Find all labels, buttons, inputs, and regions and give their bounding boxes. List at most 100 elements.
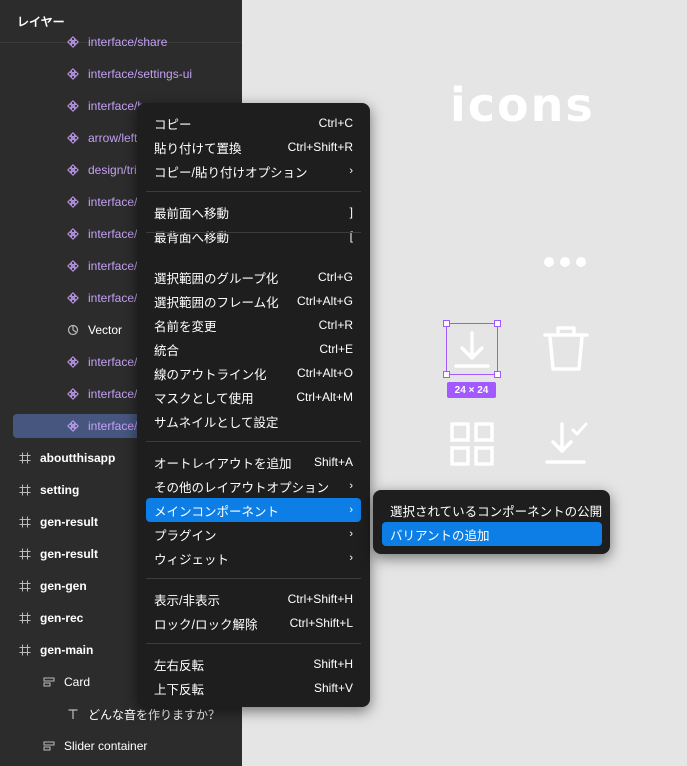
component-instance-icon <box>66 419 80 433</box>
context-menu-item[interactable]: 名前を変更 Ctrl+R <box>146 313 361 337</box>
menu-separator <box>146 578 361 579</box>
text-layer-icon <box>66 707 80 721</box>
context-menu-item[interactable]: サムネイルとして設定 <box>146 409 361 433</box>
menu-item-shortcut: Shift+H <box>313 657 353 671</box>
menu-item-shortcut: Shift+A <box>313 455 353 469</box>
menu-separator <box>146 643 361 644</box>
menu-item-label: 選択範囲のグループ化 <box>154 271 279 286</box>
layer-label: gen-main <box>40 643 94 657</box>
trash-icon[interactable] <box>541 323 591 375</box>
menu-item-shortcut: Ctrl+Shift+L <box>289 616 353 630</box>
size-badge: 24 × 24 <box>447 382 496 398</box>
menu-item-label: プラグイン <box>154 528 217 543</box>
layer-label: interface/share <box>88 35 168 49</box>
context-menu-item[interactable]: 最背面へ移動[ <box>146 224 361 248</box>
component-instance-icon <box>66 67 80 81</box>
context-menu-item[interactable]: 左右反転 Shift+H <box>146 652 361 676</box>
autolayout-icon <box>42 675 56 689</box>
canvas-title: icons <box>450 78 595 132</box>
component-instance-icon <box>66 195 80 209</box>
menu-item-shortcut: Ctrl+G <box>317 270 353 284</box>
menu-item-label: オートレイアウトを追加 <box>154 456 292 471</box>
context-menu-item[interactable]: 上下反転 Shift+V <box>146 676 361 700</box>
context-menu-item[interactable]: マスクとして使用 Ctrl+Alt+M <box>146 385 361 409</box>
layer-row[interactable]: Slider container <box>0 730 242 762</box>
component-instance-icon <box>66 227 80 241</box>
submenu-item-label: バリアントの追加 <box>390 528 490 543</box>
menu-item-label: マスクとして使用 <box>154 391 254 406</box>
layer-label: gen-result <box>40 547 99 561</box>
context-menu-item[interactable]: ウィジェット › <box>146 546 361 570</box>
menu-item-label: コピー <box>154 117 192 132</box>
context-menu-item[interactable]: プラグイン › <box>146 522 361 546</box>
context-menu-item[interactable]: メインコンポーネント › <box>146 498 361 522</box>
menu-item-label: 上下反転 <box>154 682 205 697</box>
vector-icon <box>66 323 80 337</box>
context-menu-item[interactable]: 選択範囲のフレーム化 Ctrl+Alt+G <box>146 289 361 313</box>
more-dots-icon[interactable] <box>542 256 588 268</box>
menu-item-shortcut: ] <box>349 205 353 219</box>
chevron-right-icon: › <box>349 480 353 492</box>
layer-row[interactable]: interface/settings-ui <box>0 58 242 90</box>
frame-icon <box>18 547 32 561</box>
layer-label: setting <box>40 483 80 497</box>
context-menu-item[interactable]: 表示/非表示 Ctrl+Shift+H <box>146 587 361 611</box>
download-icon <box>453 330 490 368</box>
layer-label: Card <box>64 675 91 689</box>
component-instance-icon <box>66 99 80 113</box>
context-menu-item[interactable]: その他のレイアウトオプション › <box>146 474 361 498</box>
main-component-submenu: 選択されているコンポーネントの公開バリアントの追加 <box>373 490 610 554</box>
menu-item-shortcut: Ctrl+Shift+H <box>287 592 353 606</box>
menu-item-shortcut: Ctrl+Alt+G <box>296 294 353 308</box>
frame-icon <box>18 515 32 529</box>
layer-label: どんな音を作りますか？ <box>88 707 221 722</box>
menu-item-label: 線のアウトライン化 <box>154 367 267 382</box>
layer-label: Vector <box>88 323 123 337</box>
layer-label: interface/ <box>88 355 138 369</box>
layer-label: gen-gen <box>40 579 87 593</box>
layer-row[interactable]: interface/share <box>0 26 242 58</box>
menu-separator <box>146 232 361 233</box>
context-menu-item[interactable]: コピー/貼り付けオプション › <box>146 159 361 183</box>
menu-item-shortcut: Ctrl+C <box>318 116 353 130</box>
menu-item-label: コピー/貼り付けオプション <box>154 165 308 180</box>
chevron-right-icon: › <box>349 165 353 177</box>
layer-label: gen-rec <box>40 611 84 625</box>
context-menu-item[interactable]: オートレイアウトを追加 Shift+A <box>146 450 361 474</box>
download-icon-selected[interactable] <box>443 320 501 378</box>
context-menu-item[interactable]: 選択範囲のグループ化 Ctrl+G <box>146 265 361 289</box>
context-menu-item[interactable]: 貼り付けて置換 Ctrl+Shift+R <box>146 135 361 159</box>
menu-item-shortcut: Ctrl+R <box>318 318 353 332</box>
frame-icon <box>18 483 32 497</box>
layer-label: arrow/left <box>88 131 138 145</box>
submenu-item[interactable]: バリアントの追加 <box>382 522 602 546</box>
layer-label: interface/ <box>88 419 138 433</box>
layer-label: interface/settings-ui <box>88 67 193 81</box>
menu-item-label: 最背面へ移動 <box>154 230 230 245</box>
context-menu-item[interactable]: 線のアウトライン化 Ctrl+Alt+O <box>146 361 361 385</box>
menu-item-label: ウィジェット <box>154 552 230 567</box>
menu-item-shortcut: Ctrl+E <box>319 342 353 356</box>
menu-item-label: 表示/非表示 <box>154 593 220 608</box>
menu-item-label: メインコンポーネント <box>154 504 280 519</box>
menu-separator <box>146 441 361 442</box>
component-instance-icon <box>66 131 80 145</box>
context-menu-item[interactable]: ロック/ロック解除 Ctrl+Shift+L <box>146 611 361 635</box>
submenu-item[interactable]: 選択されているコンポーネントの公開 <box>382 498 602 522</box>
menu-item-label: 統合 <box>154 343 180 358</box>
layer-label: Slider container <box>64 739 148 753</box>
chevron-right-icon: › <box>349 504 353 516</box>
menu-item-label: ロック/ロック解除 <box>154 617 258 632</box>
context-menu-item[interactable]: 統合 Ctrl+E <box>146 337 361 361</box>
menu-item-shortcut: Shift+V <box>313 681 353 695</box>
frame-icon <box>18 643 32 657</box>
context-menu-item[interactable]: コピー Ctrl+C <box>146 111 361 135</box>
menu-item-label: その他のレイアウトオプション <box>154 480 330 495</box>
menu-item-shortcut: Ctrl+Alt+M <box>296 390 353 404</box>
menu-separator <box>146 191 361 192</box>
frame-icon <box>18 611 32 625</box>
context-menu-item[interactable]: 最前面へ移動] <box>146 200 361 224</box>
menu-item-label: 最前面へ移動 <box>154 206 230 221</box>
grid-icon[interactable] <box>450 422 494 466</box>
download-check-icon[interactable] <box>544 420 590 466</box>
